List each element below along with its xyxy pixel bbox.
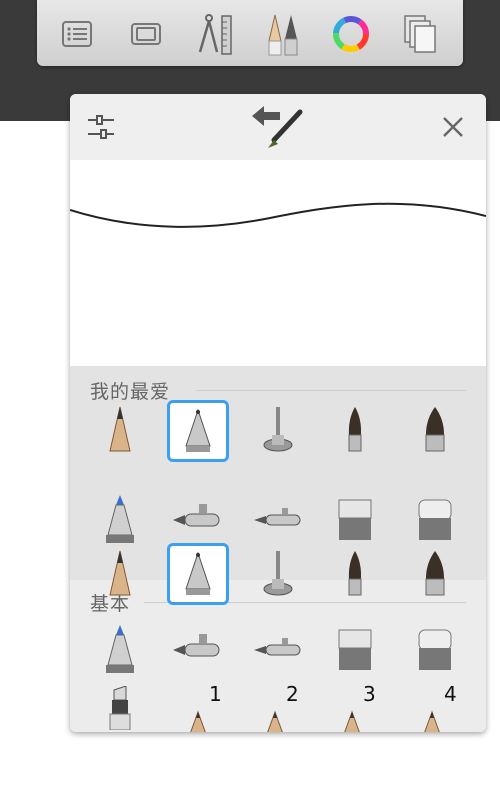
- tool-pencil-size-2[interactable]: 2: [248, 682, 308, 732]
- paintbrush-icon: [348, 407, 362, 452]
- pencil-tip-icon: [424, 710, 440, 732]
- tool-paintbrush-wide[interactable]: [405, 544, 465, 604]
- sliders-icon: [88, 115, 114, 139]
- tool-pencil-size-4[interactable]: 4: [405, 682, 465, 732]
- ballpoint-pen-icon: [185, 551, 211, 595]
- list-icon: [62, 21, 92, 47]
- stroke-preview: [70, 160, 486, 366]
- color-button[interactable]: [327, 10, 375, 58]
- technical-pen-icon: [263, 551, 293, 596]
- tool-eraser-soft[interactable]: [405, 620, 465, 680]
- paintbrush-wide-icon: [425, 407, 445, 452]
- chisel-marker-icon: [109, 686, 131, 730]
- stroke-preview-curve: [70, 202, 486, 228]
- tool-pencil[interactable]: [90, 400, 150, 460]
- canvas-button[interactable]: [122, 10, 170, 58]
- tool-paintbrush[interactable]: [325, 544, 385, 604]
- copy-pages-icon: [404, 15, 436, 53]
- back-brush-button[interactable]: [248, 102, 308, 152]
- tool-ballpoint-selected[interactable]: [167, 400, 229, 462]
- size-label-1: 1: [209, 682, 222, 706]
- settings-button[interactable]: [86, 112, 116, 142]
- tool-eraser-hard[interactable]: [325, 620, 385, 680]
- tool-eraser-soft[interactable]: [405, 490, 465, 550]
- color-wheel-icon: [333, 16, 369, 52]
- tool-marker[interactable]: [90, 620, 150, 680]
- pencil-tip-icon: [190, 710, 206, 732]
- tool-eraser-hard[interactable]: [325, 490, 385, 550]
- back-arrow-brush-icon: [252, 106, 303, 148]
- divider: [196, 390, 466, 391]
- tool-paintbrush-wide[interactable]: [405, 400, 465, 460]
- brushes-button[interactable]: [259, 10, 307, 58]
- pencil-pen-icon: [268, 14, 298, 56]
- top-toolbar: [37, 0, 463, 66]
- panel-header: [70, 94, 486, 160]
- close-button[interactable]: [440, 114, 466, 140]
- airbrush-fine-icon: [254, 638, 301, 656]
- copy-button[interactable]: [395, 10, 443, 58]
- eraser-soft-icon: [418, 629, 452, 670]
- tool-airbrush-fine[interactable]: [248, 620, 308, 680]
- pencil-tip-icon: [344, 710, 360, 732]
- brush-library-panel: 我的最爱 基本 1 2 3 4: [70, 94, 486, 732]
- size-label-3: 3: [363, 682, 376, 706]
- compass-ruler-icon: [198, 14, 232, 55]
- pencil-icon: [109, 550, 131, 596]
- canvas-icon: [131, 23, 161, 45]
- eraser-soft-icon: [418, 499, 452, 540]
- layers-list-button[interactable]: [53, 10, 101, 58]
- eraser-hard-icon: [338, 499, 372, 540]
- tool-paintbrush[interactable]: [325, 400, 385, 460]
- tool-pencil[interactable]: [90, 544, 150, 604]
- tool-airbrush[interactable]: [167, 620, 227, 680]
- airbrush-icon: [173, 634, 220, 657]
- tool-airbrush[interactable]: [167, 490, 227, 550]
- airbrush-icon: [173, 504, 220, 527]
- paintbrush-icon: [348, 551, 362, 596]
- tool-pencil-size-3[interactable]: 3: [325, 682, 385, 732]
- tool-chisel-marker[interactable]: [90, 684, 150, 732]
- pencil-tip-icon: [267, 710, 283, 732]
- tool-ballpoint-selected[interactable]: [167, 543, 229, 605]
- paintbrush-wide-icon: [425, 551, 445, 596]
- tool-pencil-size-1[interactable]: 1: [167, 682, 227, 732]
- tool-technical-pen[interactable]: [248, 400, 308, 460]
- ballpoint-pen-icon: [185, 408, 211, 452]
- eraser-hard-icon: [338, 629, 372, 670]
- close-icon: [443, 117, 463, 137]
- tool-technical-pen[interactable]: [248, 544, 308, 604]
- technical-pen-icon: [263, 407, 293, 452]
- guides-button[interactable]: [191, 10, 239, 58]
- size-label-2: 2: [286, 682, 299, 706]
- marker-icon: [106, 495, 134, 543]
- tool-airbrush-fine[interactable]: [248, 490, 308, 550]
- marker-icon: [106, 625, 134, 673]
- size-label-4: 4: [444, 682, 457, 706]
- tool-marker[interactable]: [90, 490, 150, 550]
- pencil-icon: [109, 406, 131, 452]
- airbrush-fine-icon: [254, 508, 301, 526]
